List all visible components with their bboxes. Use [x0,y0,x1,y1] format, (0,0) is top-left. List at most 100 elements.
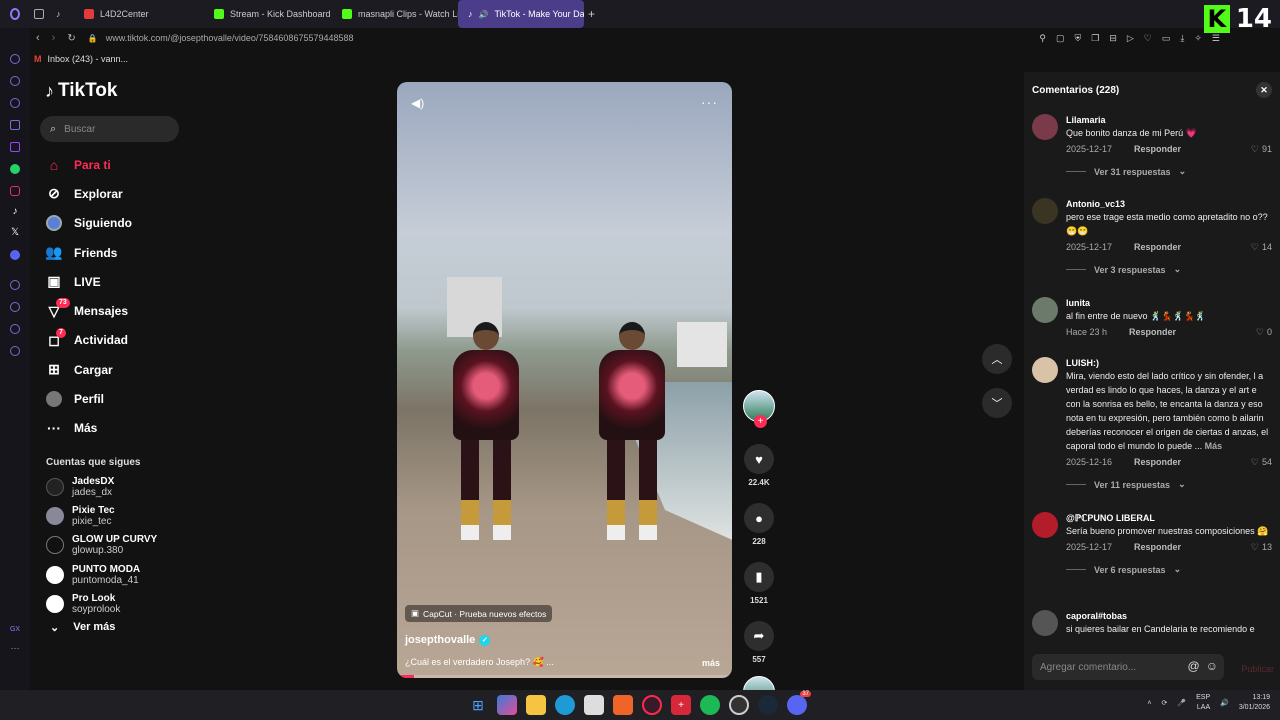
windows-start-icon[interactable]: ⊞ [468,695,488,715]
tab-l4d2center[interactable]: L4D2Center [74,0,204,28]
red-app-icon[interactable]: + [671,695,691,715]
history-icon[interactable] [10,302,20,312]
publish-button[interactable]: Publicar [1241,664,1274,674]
comment-like-button[interactable]: ♡ 14 [1251,242,1272,253]
wallet-icon[interactable]: ▭ [1162,33,1171,44]
settings-icon[interactable] [10,346,20,356]
nav-mas[interactable]: ··· Más [40,414,190,443]
extensions-icon[interactable] [10,324,20,334]
spotify-icon[interactable] [700,695,720,715]
video-player[interactable]: ◀) ··· ▣ CapCut · Prueba nuevos efectos j… [397,82,732,678]
twitch-icon[interactable] [10,142,20,152]
comment-more-link[interactable]: Más [1205,441,1223,451]
forward-icon[interactable]: › [52,32,56,44]
video-progress-bar[interactable] [397,675,732,678]
nav-mensajes[interactable]: ▽ 73 Mensajes [40,296,190,325]
player-icon[interactable] [10,280,20,290]
x-icon[interactable]: 𝕏 [11,227,19,238]
see-more-button[interactable]: ⌄ Ver más [40,621,190,634]
volume-icon[interactable]: 🔊 [1220,699,1229,707]
copy-icon[interactable]: ❐ [1091,33,1099,44]
caption-more-link[interactable]: más [702,658,720,668]
copilot-icon[interactable] [497,695,517,715]
following-item[interactable]: Pro Look soyprolook [40,590,190,619]
reply-button[interactable]: Responder [1134,144,1181,154]
tiktok-icon[interactable]: ♪ [13,206,18,217]
avatar[interactable] [1032,114,1058,140]
reload-icon[interactable]: ↻ [67,33,75,44]
discord-icon[interactable] [10,250,20,260]
chevron-down-icon[interactable]: ﹀ [982,388,1012,418]
bookmark-inbox[interactable]: Inbox (243) - vann... [48,54,129,64]
share-icon[interactable]: ➦ [744,621,774,651]
comment-like-button[interactable]: ♡ 13 [1251,542,1272,553]
steam-icon[interactable] [758,695,778,715]
view-replies-button[interactable]: Ver 11 respuestas ⌄ [1066,479,1272,490]
edge-icon[interactable] [555,695,575,715]
chevron-up-icon[interactable]: ˄ [1147,700,1151,707]
gx-icon[interactable]: GX [10,626,20,633]
following-item[interactable]: GLOW UP CURVY glowup.380 [40,531,190,560]
discord-icon[interactable]: 37 [787,691,811,715]
store-icon[interactable] [584,695,604,715]
comment-like-button[interactable]: ♡ 0 [1256,327,1272,338]
mic-icon[interactable]: 🎤 [1177,699,1186,707]
sync-icon[interactable]: ⟳ [1162,699,1168,707]
back-icon[interactable]: ‹ [36,32,40,44]
nav-live[interactable]: ▣ LIVE [40,267,190,296]
menu-icon[interactable]: ☰ [1212,33,1220,44]
nav-perfil[interactable]: Perfil [40,384,190,413]
nav-explorar[interactable]: ⊘ Explorar [40,179,190,208]
whatsapp-icon[interactable] [10,164,20,174]
view-replies-button[interactable]: Ver 31 respuestas ⌄ [1066,166,1272,177]
capcut-tag[interactable]: ▣ CapCut · Prueba nuevos efectos [405,605,553,622]
screenshot-icon[interactable]: ▢ [1056,33,1065,44]
heart-icon[interactable]: ♡ [1144,33,1152,44]
opera-menu-button[interactable] [0,0,30,28]
video-author[interactable]: josepthovalle ✓ [405,634,491,646]
author-avatar[interactable]: + [743,390,775,428]
nav-actividad[interactable]: ◻ 7 Actividad [40,326,190,355]
tab-kick-clips[interactable]: masnapli Clips - Watch Li... [332,0,458,28]
avatar[interactable] [1032,297,1058,323]
clock[interactable]: 13:19 3/01/2026 [1239,693,1270,713]
following-item[interactable]: PUNTO MODA puntomoda_41 [40,560,190,589]
messenger-icon[interactable] [10,98,20,108]
close-icon[interactable]: ✕ [1256,82,1272,98]
search-input[interactable]: ⌕ Buscar [40,116,179,142]
app-orange-icon[interactable] [613,695,633,715]
new-tab-button[interactable]: + [584,0,604,28]
opera-gx-icon[interactable] [642,695,662,715]
avatar[interactable] [1032,198,1058,224]
nav-cargar[interactable]: ⊞ Cargar [40,355,190,384]
more-icon[interactable]: ··· [11,643,20,653]
view-replies-button[interactable]: Ver 6 respuestas ⌄ [1066,564,1272,575]
comment-icon[interactable]: ● [744,503,774,533]
bookmark-icon[interactable]: ▮ [744,562,774,592]
chevron-up-icon[interactable]: ︿ [982,344,1012,374]
tab-tiktok-pinned[interactable]: ♪ [52,0,74,28]
comment-input[interactable]: Agregar comentario... @ ☺ [1032,654,1224,680]
obs-icon[interactable] [729,695,749,715]
aria-icon[interactable] [10,54,20,64]
play-icon[interactable]: ▷ [1127,33,1134,44]
view-replies-button[interactable]: Ver 3 respuestas ⌄ [1066,264,1272,275]
following-item[interactable]: JadesDX jades_dx [40,472,190,501]
ai-icon[interactable]: ✧ [1194,33,1202,44]
download-icon[interactable]: ⤓ [1180,33,1184,44]
instagram-icon[interactable] [10,186,20,196]
reply-button[interactable]: Responder [1129,327,1176,337]
tab-workspace-icon[interactable] [30,0,52,28]
avatar[interactable] [1032,610,1058,636]
reply-button[interactable]: Responder [1134,457,1181,467]
nav-friends[interactable]: 👥 Friends [40,238,190,267]
file-explorer-icon[interactable] [526,695,546,715]
maps-icon[interactable] [10,120,20,130]
avatar[interactable] [1032,357,1058,383]
following-item[interactable]: Pixie Tec pixie_tec [40,501,190,530]
reply-button[interactable]: Responder [1134,542,1181,552]
tab-kick-dashboard[interactable]: Stream - Kick Dashboard [204,0,332,28]
comment-like-button[interactable]: ♡ 54 [1251,457,1272,468]
reply-button[interactable]: Responder [1134,242,1181,252]
emoji-icon[interactable]: ☺ [1206,659,1218,673]
